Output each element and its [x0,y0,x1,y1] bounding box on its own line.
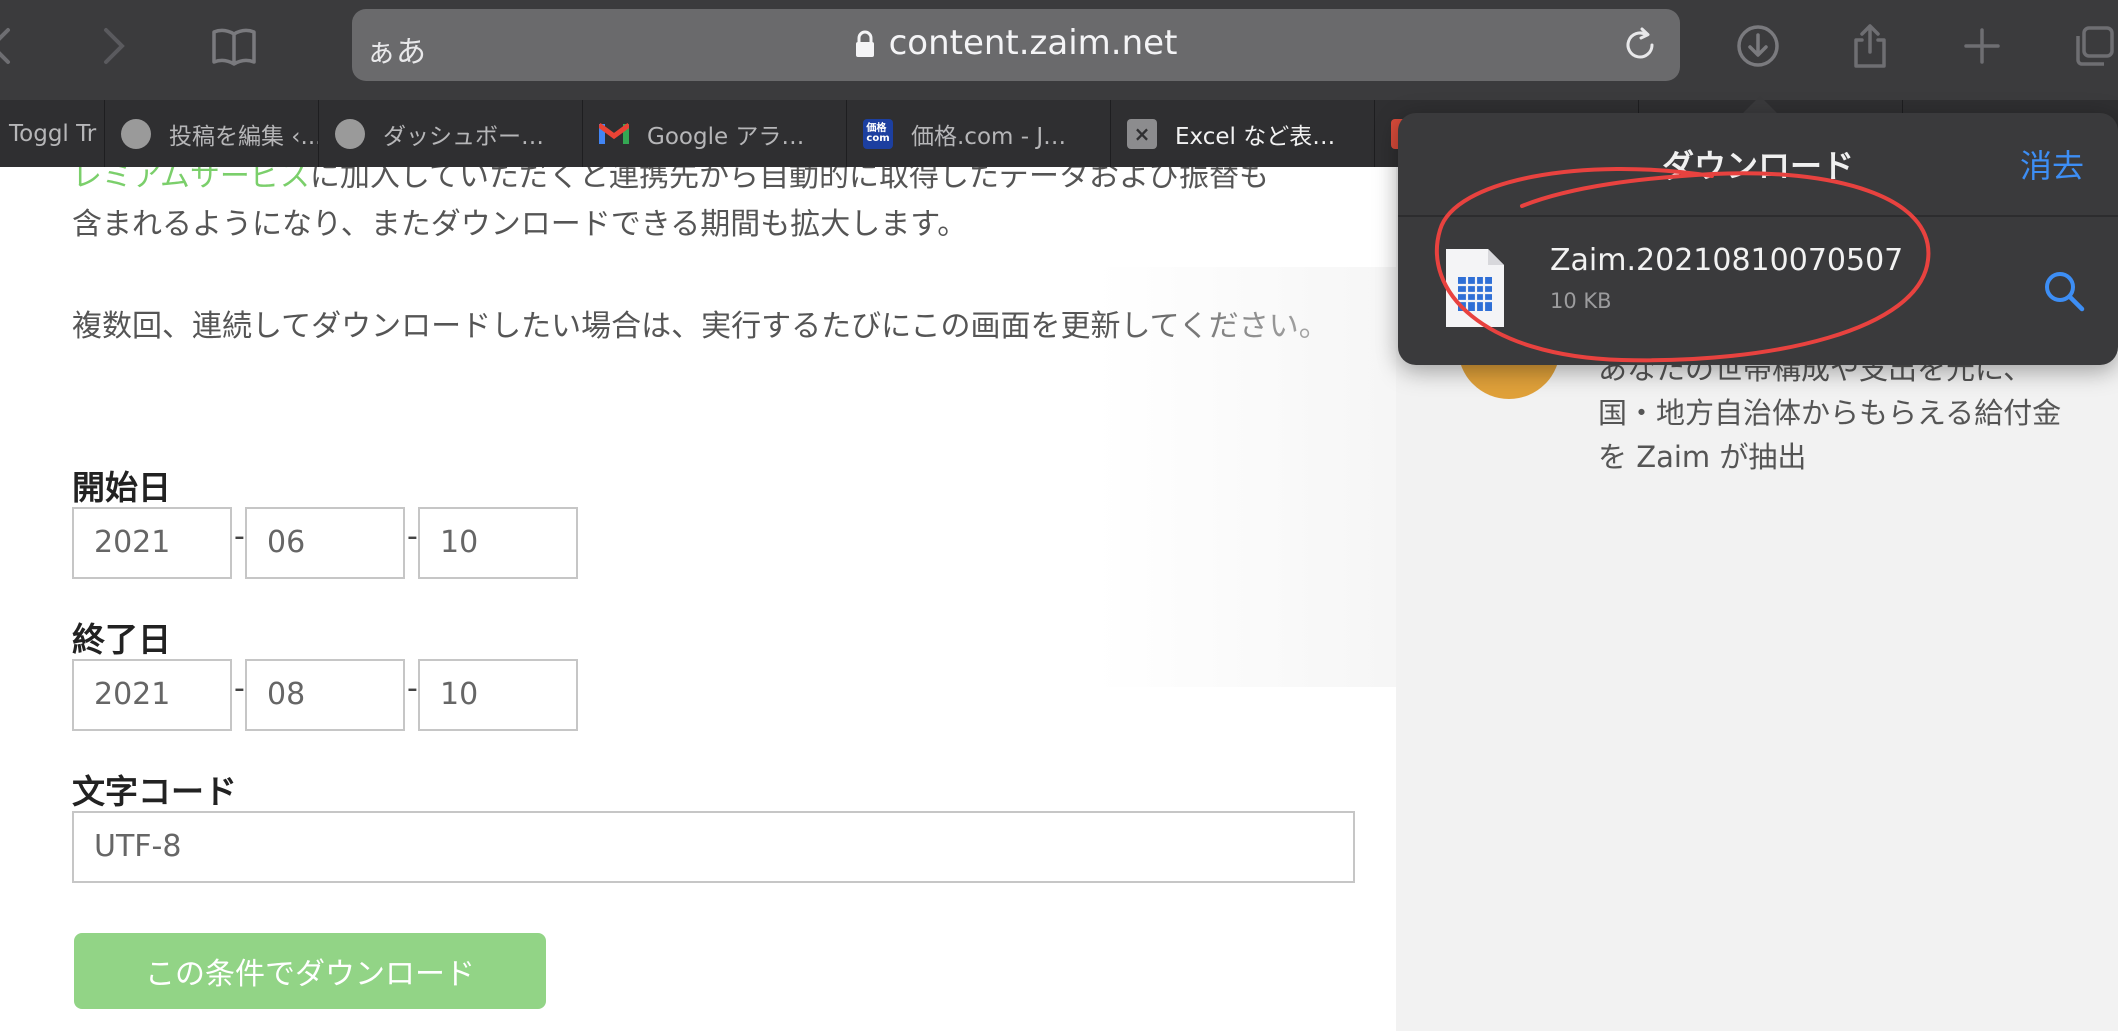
start-year-input[interactable]: 2021 [72,507,232,579]
gmail-icon [599,119,629,149]
browser-toolbar: ぁあ content.zaim.net [0,0,2118,100]
search-icon[interactable] [2042,269,2086,313]
downloads-title: ダウンロード [1661,147,1854,185]
clear-downloads-button[interactable]: 消去 [2020,141,2084,187]
end-month-input[interactable]: 08 [245,659,405,731]
benefit-description: あなたの世帯構成や支出を元に、 国・地方自治体からもらえる給付金 を Zaim … [1598,352,2062,474]
downloads-icon[interactable] [1730,18,1786,74]
tab-overview-icon[interactable] [2066,18,2118,74]
tab-dashboard[interactable]: ダッシュボー… [318,100,582,167]
premium-service-link[interactable]: レミアムサービス [72,167,310,194]
bookmarks-icon[interactable] [206,18,262,74]
date-separator: - [407,671,418,706]
date-separator: - [407,519,418,554]
reload-icon[interactable] [1620,25,1660,65]
tab-kakaku[interactable]: 価格 com 価格.com - J… [846,100,1110,167]
tab-excel-active[interactable]: × Excel など表… [1110,100,1374,167]
address-bar[interactable]: ぁあ content.zaim.net [352,9,1680,81]
divider [1398,215,2118,217]
back-icon[interactable] [0,18,30,74]
date-separator: - [234,671,245,706]
share-icon[interactable] [1842,18,1898,74]
close-icon[interactable]: × [1127,118,1157,149]
wordpress-icon [335,118,365,149]
download-file-size: 10 KB [1550,289,1612,313]
wordpress-icon [121,118,151,149]
start-date-label: 開始日 [72,468,171,507]
downloads-popover: ダウンロード 消去 Zaim.20210810070507 10 KB [1398,113,2118,365]
spreadsheet-file-icon[interactable] [1444,247,1506,329]
tab-google-alerts[interactable]: Google アラ… [582,100,846,167]
intro-paragraph: レミアムサービスに加入していただくと連携先から自動的に取得したデータおよび振替も… [72,167,1362,249]
start-day-input[interactable]: 10 [418,507,578,579]
end-day-input[interactable]: 10 [418,659,578,731]
download-file-name[interactable]: Zaim.20210810070507 [1550,243,1903,278]
date-separator: - [234,519,245,554]
tab-toggl[interactable]: Toggl Tr [0,100,104,167]
url-text: content.zaim.net [888,23,1178,63]
encoding-select[interactable]: UTF-8 [72,811,1355,883]
end-year-input[interactable]: 2021 [72,659,232,731]
popover-arrow [1742,96,1778,114]
encoding-label: 文字コード [72,772,237,811]
tab-edit-post[interactable]: 投稿を編集 ‹... [104,100,318,167]
end-date-label: 終了日 [72,620,171,659]
download-button[interactable]: この条件でダウンロード [74,933,546,1009]
kakaku-icon: 価格 com [863,118,893,149]
lock-icon [855,27,875,67]
forward-icon[interactable] [84,18,140,74]
start-month-input[interactable]: 06 [245,507,405,579]
new-tab-icon[interactable] [1954,18,2010,74]
